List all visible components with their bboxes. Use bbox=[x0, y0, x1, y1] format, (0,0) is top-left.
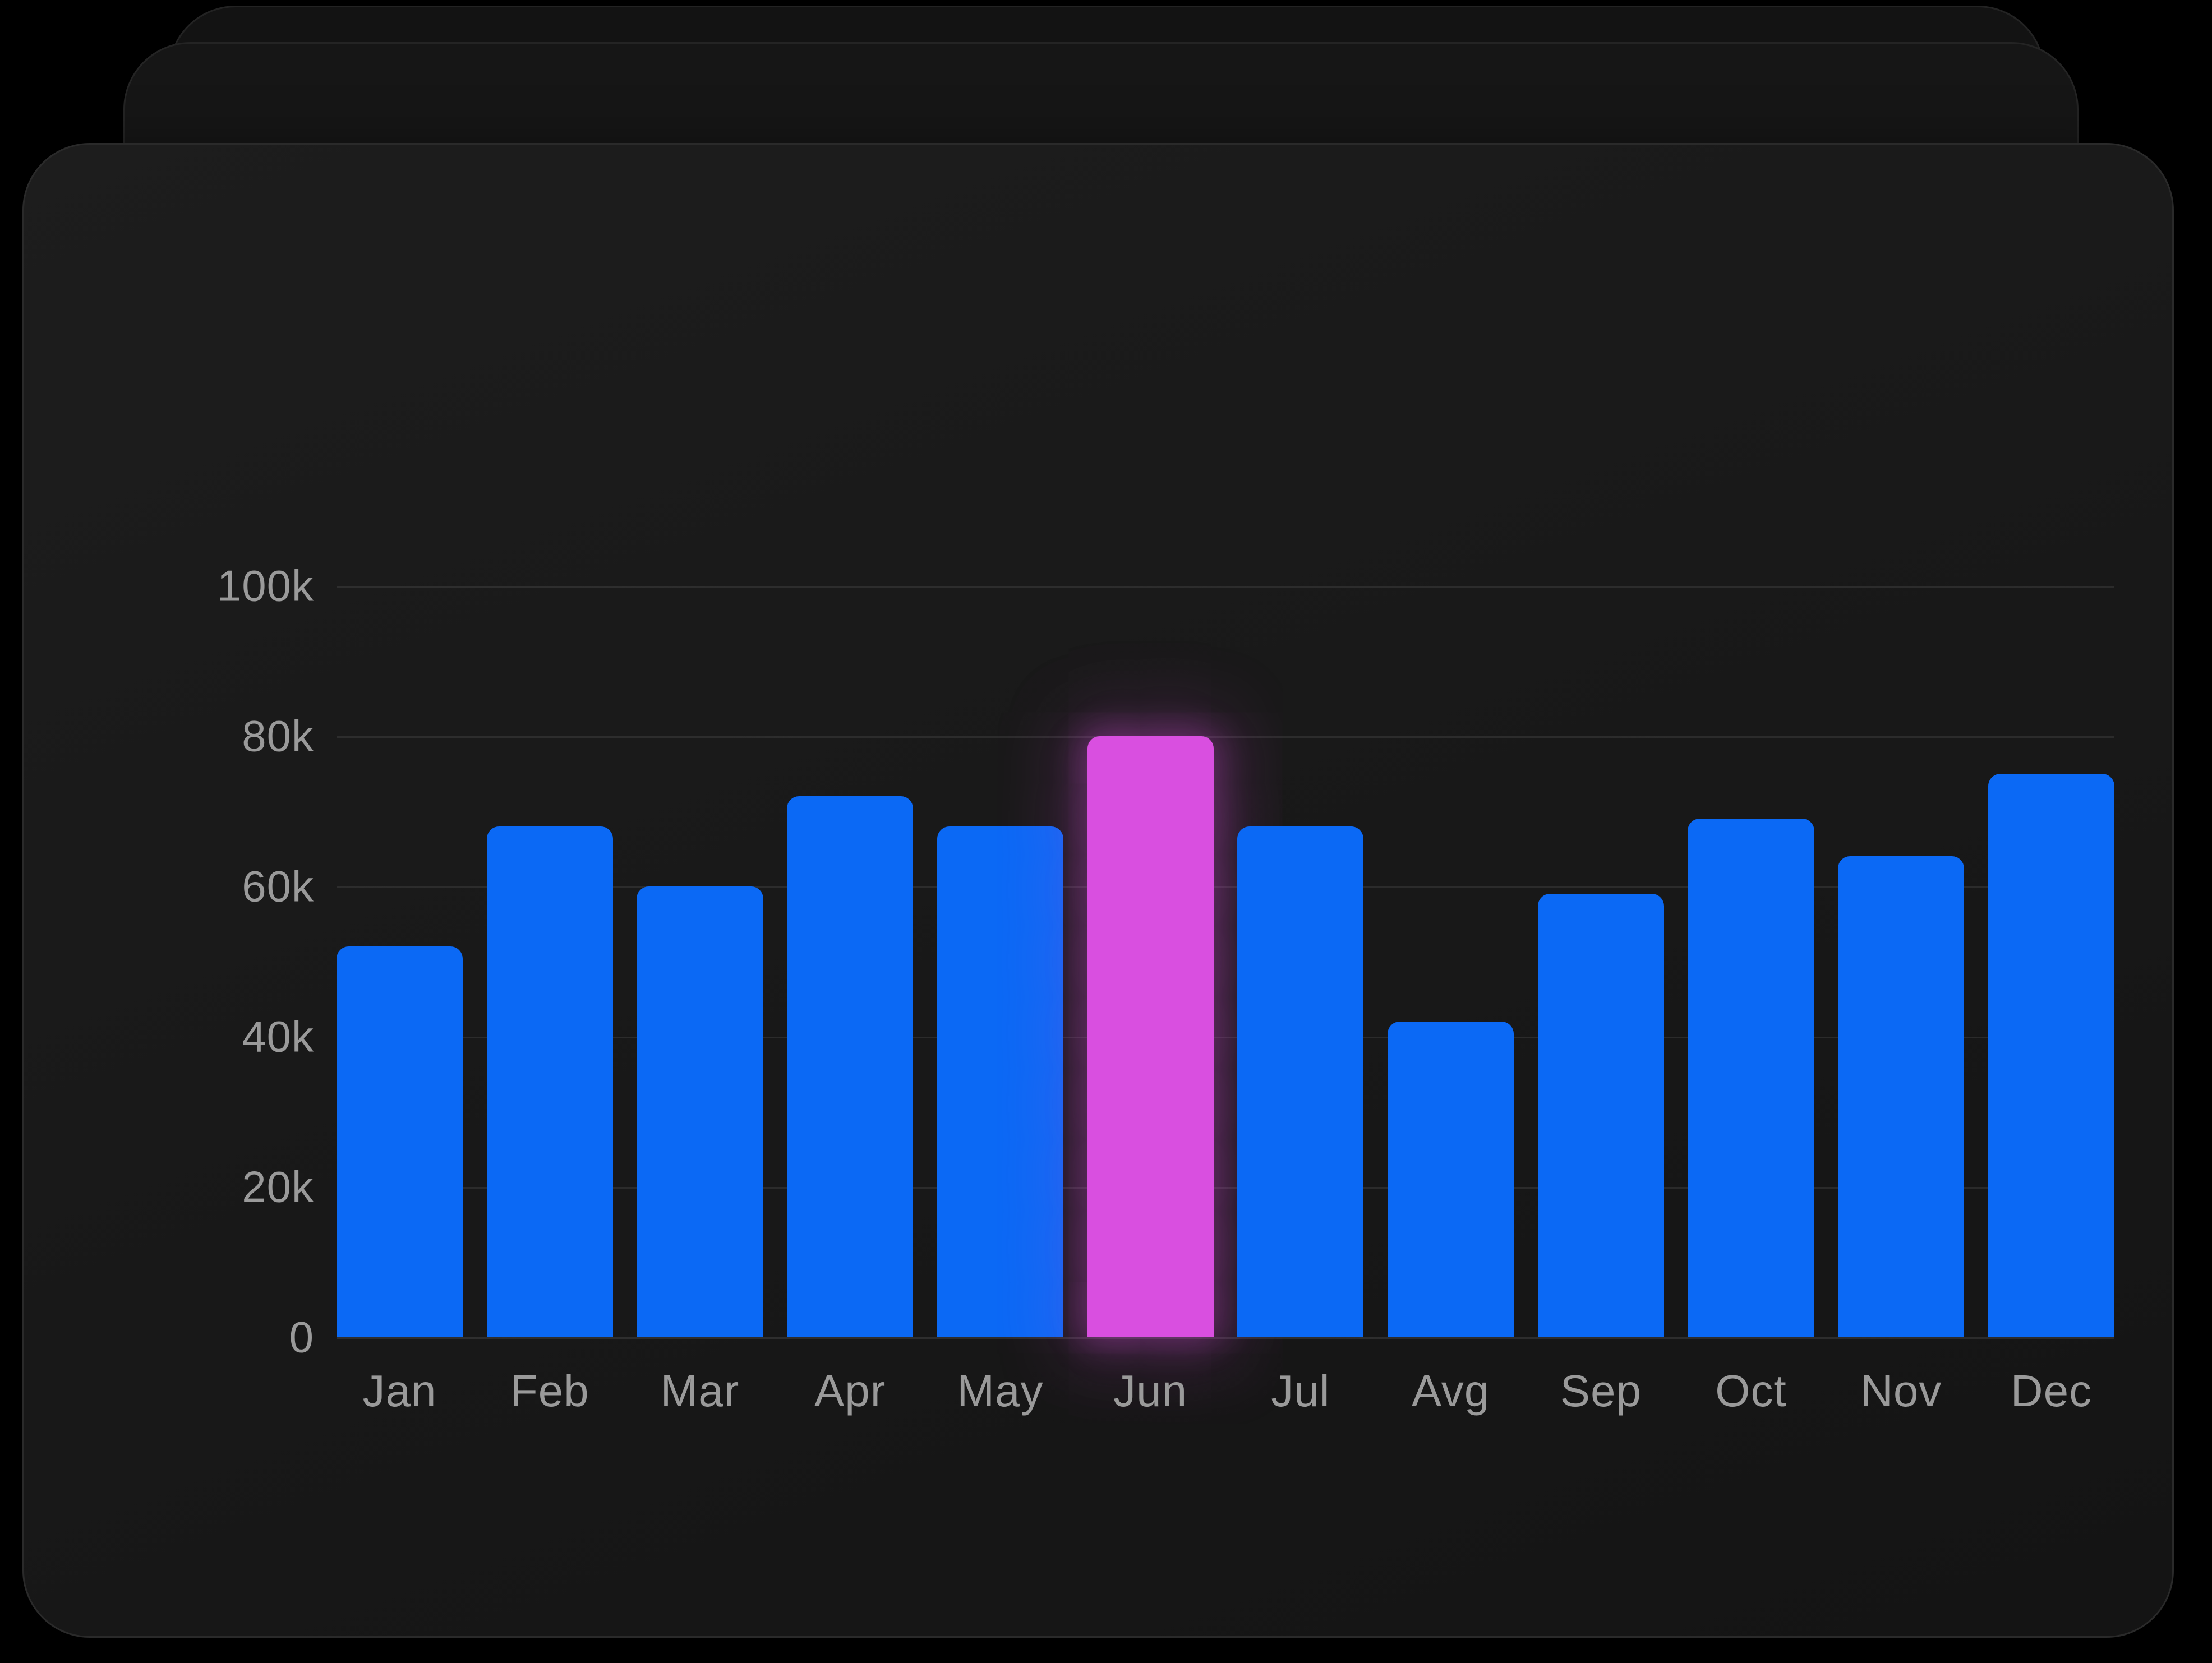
x-axis-tick-label: Jun bbox=[1113, 1366, 1188, 1416]
bar[interactable] bbox=[1988, 774, 2114, 1337]
bar-slot bbox=[337, 586, 463, 1337]
bar[interactable] bbox=[1688, 819, 1814, 1337]
bar-slot bbox=[486, 586, 613, 1337]
x-axis-tick-label: Avg bbox=[1411, 1366, 1490, 1416]
bar-slot bbox=[1237, 586, 1364, 1337]
y-axis: 0 20k 40k 60k 80k 100k bbox=[129, 561, 314, 1362]
bar-slot bbox=[1537, 586, 1664, 1337]
y-axis-tick-label: 80k bbox=[242, 711, 314, 761]
bar[interactable] bbox=[1388, 1022, 1514, 1337]
y-axis-tick-label: 20k bbox=[242, 1162, 314, 1212]
y-axis-tick-label: 60k bbox=[242, 861, 314, 911]
bar[interactable] bbox=[787, 796, 914, 1337]
gridline bbox=[337, 1337, 2114, 1339]
bar[interactable] bbox=[337, 946, 463, 1337]
bar[interactable] bbox=[1838, 856, 1965, 1337]
bar[interactable] bbox=[637, 886, 763, 1337]
x-axis-tick-label: Jul bbox=[1271, 1366, 1330, 1416]
bar-slot bbox=[1688, 586, 1814, 1337]
x-axis-tick-label: Oct bbox=[1715, 1366, 1787, 1416]
x-axis-tick-label: Mar bbox=[660, 1366, 740, 1416]
bar-chart: 0 20k 40k 60k 80k 100k Jan Feb Mar Apr May Jun Jul A… bbox=[22, 143, 2170, 1634]
y-axis-tick-label: 100k bbox=[216, 561, 314, 611]
y-axis-tick-label: 0 bbox=[289, 1312, 314, 1362]
bar-slot bbox=[937, 586, 1063, 1337]
x-axis-tick-label: May bbox=[957, 1366, 1044, 1416]
bar-slot bbox=[1388, 586, 1514, 1337]
x-axis-tick-label: Feb bbox=[510, 1366, 589, 1416]
bar[interactable] bbox=[1537, 894, 1664, 1337]
bar-slot bbox=[1087, 586, 1214, 1337]
x-axis-tick-label: Dec bbox=[2010, 1366, 2093, 1416]
bar-slot bbox=[787, 586, 914, 1337]
y-axis-tick-label: 40k bbox=[242, 1011, 314, 1061]
x-axis-tick-label: Sep bbox=[1560, 1366, 1642, 1416]
bar-highlighted[interactable] bbox=[1087, 736, 1214, 1337]
bar-series bbox=[337, 586, 2114, 1337]
x-axis-tick-label: Jan bbox=[362, 1366, 437, 1416]
x-axis-tick-label: Apr bbox=[814, 1366, 886, 1416]
bar[interactable] bbox=[486, 826, 613, 1337]
bar-slot bbox=[1988, 586, 2114, 1337]
bar[interactable] bbox=[937, 826, 1063, 1337]
x-axis: Jan Feb Mar Apr May Jun Jul Avg Sep Oct Nov Dec bbox=[337, 1365, 2114, 1417]
x-axis-tick-label: Nov bbox=[1860, 1366, 1942, 1416]
bar-slot bbox=[637, 586, 763, 1337]
bar-slot bbox=[1838, 586, 1965, 1337]
bar[interactable] bbox=[1237, 826, 1364, 1337]
